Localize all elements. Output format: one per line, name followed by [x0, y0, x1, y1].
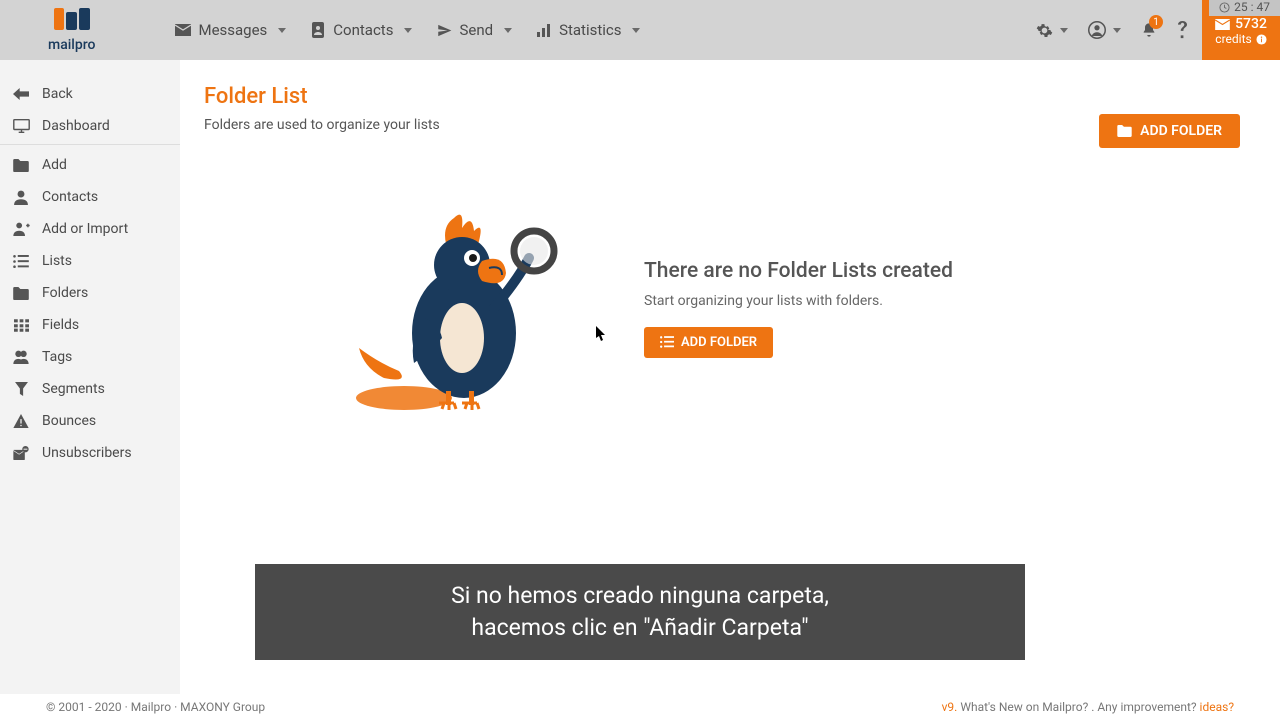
footer: © 2001 - 2020 · Mailpro · MAXONY Group v…	[0, 694, 1280, 720]
unsubscribe-icon	[12, 446, 30, 460]
empty-heading: There are no Folder Lists created	[644, 259, 953, 283]
video-caption: Si no hemos creado ninguna carpeta, hace…	[255, 564, 1025, 660]
list-icon	[660, 336, 674, 348]
tags-icon	[12, 350, 30, 364]
sidebar-back[interactable]: Back	[0, 78, 180, 110]
add-folder-button-empty[interactable]: ADD FOLDER	[644, 327, 773, 358]
caption-line-1: Si no hemos creado ninguna carpeta,	[279, 580, 1001, 612]
chart-icon	[536, 22, 552, 38]
timer-value: 25 : 47	[1234, 0, 1270, 14]
contact-card-icon	[310, 22, 326, 38]
sidebar-unsubscribers[interactable]: Unsubscribers	[0, 437, 180, 469]
grid-icon	[12, 319, 30, 332]
question-icon	[1177, 21, 1188, 39]
sidebar-dashboard[interactable]: Dashboard	[0, 110, 180, 145]
topbar: 25 : 47 mailpro Messages Contacts Send S…	[0, 0, 1280, 60]
envelope-icon	[175, 22, 191, 38]
mouse-cursor	[596, 326, 606, 340]
sidebar-add[interactable]: Add	[0, 149, 180, 181]
help-button[interactable]	[1177, 21, 1188, 39]
logo[interactable]: mailpro	[48, 8, 95, 53]
empty-sub: Start organizing your lists with folders…	[644, 293, 953, 309]
nav-contacts[interactable]: Contacts	[310, 21, 412, 39]
user-plus-icon	[12, 222, 30, 236]
filter-icon	[12, 382, 30, 396]
logo-text: mailpro	[48, 37, 95, 53]
list-icon	[12, 255, 30, 268]
monitor-icon	[12, 119, 30, 133]
footer-whatsnew[interactable]: What's New on Mailpro? . Any improvement…	[957, 700, 1199, 714]
user-icon	[12, 190, 30, 205]
envelope-icon	[1215, 19, 1230, 30]
sidebar-segments[interactable]: Segments	[0, 373, 180, 405]
empty-state: There are no Folder Lists created Start …	[354, 203, 1240, 413]
info-icon	[1256, 34, 1267, 45]
folder-icon	[1117, 125, 1132, 137]
notifications-button[interactable]: 1	[1141, 21, 1157, 39]
main-nav: Messages Contacts Send Statistics	[175, 21, 640, 39]
footer-copyright: © 2001 - 2020 · Mailpro · MAXONY Group	[46, 700, 265, 714]
user-menu[interactable]	[1088, 21, 1121, 39]
user-circle-icon	[1088, 21, 1106, 39]
gear-icon	[1036, 22, 1053, 39]
sidebar-add-import[interactable]: Add or Import	[0, 213, 180, 245]
sidebar-fields[interactable]: Fields	[0, 309, 180, 341]
folder-icon	[12, 159, 30, 172]
settings-menu[interactable]	[1036, 22, 1068, 39]
footer-ideas[interactable]: ideas?	[1200, 700, 1234, 714]
nav-send[interactable]: Send	[436, 21, 512, 39]
warning-icon	[12, 414, 30, 428]
notification-badge: 1	[1149, 15, 1163, 29]
paper-plane-icon	[436, 22, 452, 38]
sidebar-lists[interactable]: Lists	[0, 245, 180, 277]
add-folder-button-top[interactable]: ADD FOLDER	[1099, 114, 1240, 148]
parrot-illustration	[354, 203, 584, 413]
caption-line-2: hacemos clic en "Añadir Carpeta"	[279, 612, 1001, 644]
credits-count: 5732	[1235, 16, 1267, 32]
footer-version[interactable]: v9.	[942, 700, 958, 714]
page-subtitle: Folders are used to organize your lists	[204, 117, 1240, 133]
session-timer: 25 : 47	[1209, 0, 1280, 16]
sidebar-bounces[interactable]: Bounces	[0, 405, 180, 437]
sidebar-tags[interactable]: Tags	[0, 341, 180, 373]
sidebar: Back Dashboard Add Contacts Add or Impor…	[0, 60, 180, 720]
footer-right: v9. What's New on Mailpro? . Any improve…	[942, 700, 1234, 714]
sidebar-folders[interactable]: Folders	[0, 277, 180, 309]
folder-icon	[12, 287, 30, 300]
nav-statistics[interactable]: Statistics	[536, 21, 640, 39]
page-title: Folder List	[204, 84, 1240, 109]
credits-label: credits	[1215, 32, 1251, 46]
sidebar-contacts[interactable]: Contacts	[0, 181, 180, 213]
nav-messages[interactable]: Messages	[175, 21, 286, 39]
arrow-left-icon	[12, 88, 30, 100]
